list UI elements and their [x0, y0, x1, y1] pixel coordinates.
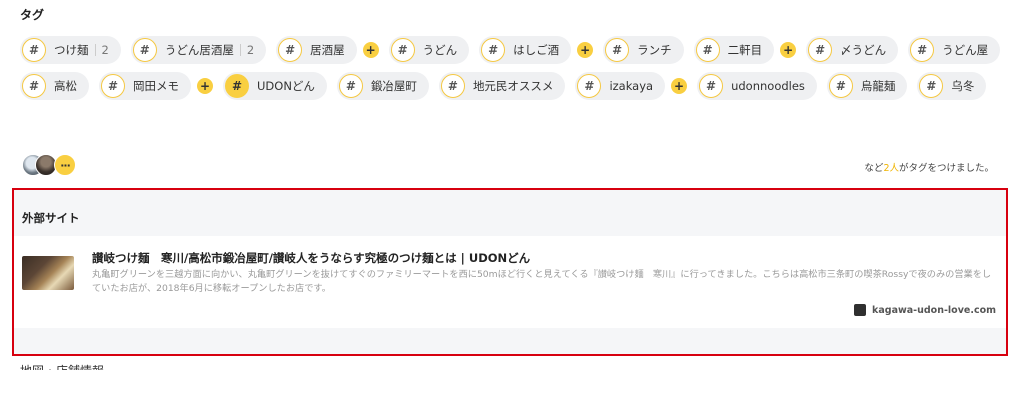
tag-chip[interactable]: # 烏龍麺 [826, 72, 908, 100]
tagged-note-prefix: など [864, 163, 884, 174]
tag-label: うどん居酒屋 [164, 43, 234, 57]
tag-chip[interactable]: # 二軒目 + [693, 36, 797, 64]
tag-label: うどん屋 [942, 43, 989, 57]
hash-icon: # [910, 38, 935, 62]
tag-chip[interactable]: # ランチ [603, 36, 684, 64]
tag-chip[interactable]: # 岡田メモ + [99, 72, 213, 100]
tag-chip[interactable]: # つけ麺 2 [20, 36, 121, 64]
tags-section-title: タグ [20, 8, 45, 22]
tag-chip[interactable]: # 鍛冶屋町 [336, 72, 429, 100]
tag-chip[interactable]: # うどん屋 [908, 36, 1001, 64]
tag-count: 2 [94, 44, 109, 56]
tag-label: 烏龍麺 [860, 79, 896, 93]
tag-count: 2 [239, 44, 254, 56]
tagged-note-suffix: がタグをつけました。 [898, 163, 994, 174]
tag-label: はしご酒 [513, 43, 560, 57]
hash-icon: # [338, 74, 363, 98]
tag-label: 岡田メモ [133, 79, 179, 93]
tag-chip[interactable]: # はしご酒 + [479, 36, 594, 64]
site-favicon-icon [854, 304, 867, 316]
tag-chip[interactable]: # うどん [388, 36, 470, 64]
hash-icon: # [101, 74, 125, 98]
hash-icon: # [605, 38, 630, 62]
hash-icon: # [390, 38, 415, 62]
hash-icon: # [22, 38, 46, 62]
external-site-domain-label: kagawa-udon-love.com [872, 304, 996, 316]
external-site-description: 丸亀町グリーンを三越方面に向かい、丸亀町グリーンを抜けてすぐのファミリーマートを… [92, 269, 992, 294]
next-section-title-partial: 地図・店舗情報 [20, 362, 220, 370]
hash-icon: # [22, 74, 46, 98]
hash-icon: # [132, 38, 157, 62]
tag-label: 二軒目 [727, 43, 763, 57]
tag-label: izakaya [609, 79, 654, 93]
add-tag-plus-button[interactable]: + [780, 42, 797, 58]
more-avatars-button[interactable]: ··· [54, 154, 76, 176]
tag-label: 高松 [54, 79, 77, 93]
tagger-avatars[interactable]: ··· [22, 154, 82, 176]
external-site-thumbnail[interactable] [22, 256, 74, 290]
tag-chip[interactable]: # 地元民オススメ [438, 72, 566, 100]
tag-label: 鍛冶屋町 [370, 79, 417, 93]
tag-chip[interactable]: # 居酒屋 + [276, 36, 379, 64]
tagged-note: など2人がタグをつけました。 [864, 160, 994, 174]
tag-label: udonnoodles [731, 79, 805, 93]
external-site-card[interactable]: 讃岐つけ麺 寒川/高松市鍛冶屋町/讃岐人をうならす究極のつけ麺とは | UDON… [14, 236, 1006, 328]
hash-icon: # [440, 74, 465, 98]
external-site-title-link[interactable]: 讃岐つけ麺 寒川/高松市鍛冶屋町/讃岐人をうならす究極のつけ麺とは | UDON… [92, 250, 530, 266]
add-tag-plus-button[interactable]: + [362, 42, 379, 58]
tag-label: 乌冬 [951, 79, 975, 93]
tag-chip[interactable]: # 高松 [20, 72, 89, 100]
hash-icon: # [577, 74, 602, 98]
tag-label: 〆うどん [840, 43, 887, 57]
tag-label: うどん [422, 43, 458, 57]
tag-chip[interactable]: # udonnoodles [697, 72, 817, 100]
external-site-domain[interactable]: kagawa-udon-love.com [854, 304, 996, 316]
add-tag-plus-button[interactable]: + [577, 42, 594, 58]
tag-chip[interactable]: # うどん居酒屋 2 [130, 36, 267, 64]
tag-chip[interactable]: # 〆うどん [806, 36, 899, 64]
tag-chip[interactable]: # 乌冬 [917, 72, 987, 100]
hash-icon: # [481, 38, 506, 62]
tag-label: 地元民オススメ [472, 79, 554, 93]
tag-chip[interactable]: # UDONどん [223, 72, 327, 100]
tag-label: つけ麺 [54, 43, 89, 57]
tag-chip[interactable]: # izakaya + [575, 72, 688, 100]
hash-icon: # [699, 74, 724, 98]
tag-list: # つけ麺 2 # うどん居酒屋 2 # 居酒屋 + # うどん # はしご酒 + # ランチ # 二軒目 + # 〆う… [20, 36, 1010, 100]
tag-label: ランチ [637, 43, 672, 57]
hash-icon: # [278, 38, 303, 62]
hash-icon: # [695, 38, 720, 62]
add-tag-plus-button[interactable]: + [671, 78, 688, 94]
hash-icon: # [919, 74, 944, 98]
hash-icon: # [225, 74, 249, 98]
hash-icon: # [808, 38, 833, 62]
hash-icon: # [828, 74, 853, 98]
add-tag-plus-button[interactable]: + [197, 78, 213, 94]
external-sites-section: 外部サイト 讃岐つけ麺 寒川/高松市鍛冶屋町/讃岐人をうならす究極のつけ麺とは … [12, 188, 1008, 356]
tag-label: 居酒屋 [310, 43, 345, 57]
external-sites-title: 外部サイト [22, 211, 80, 225]
tagged-users-count-link[interactable]: 2人 [883, 163, 899, 174]
tag-label: UDONどん [257, 79, 315, 93]
